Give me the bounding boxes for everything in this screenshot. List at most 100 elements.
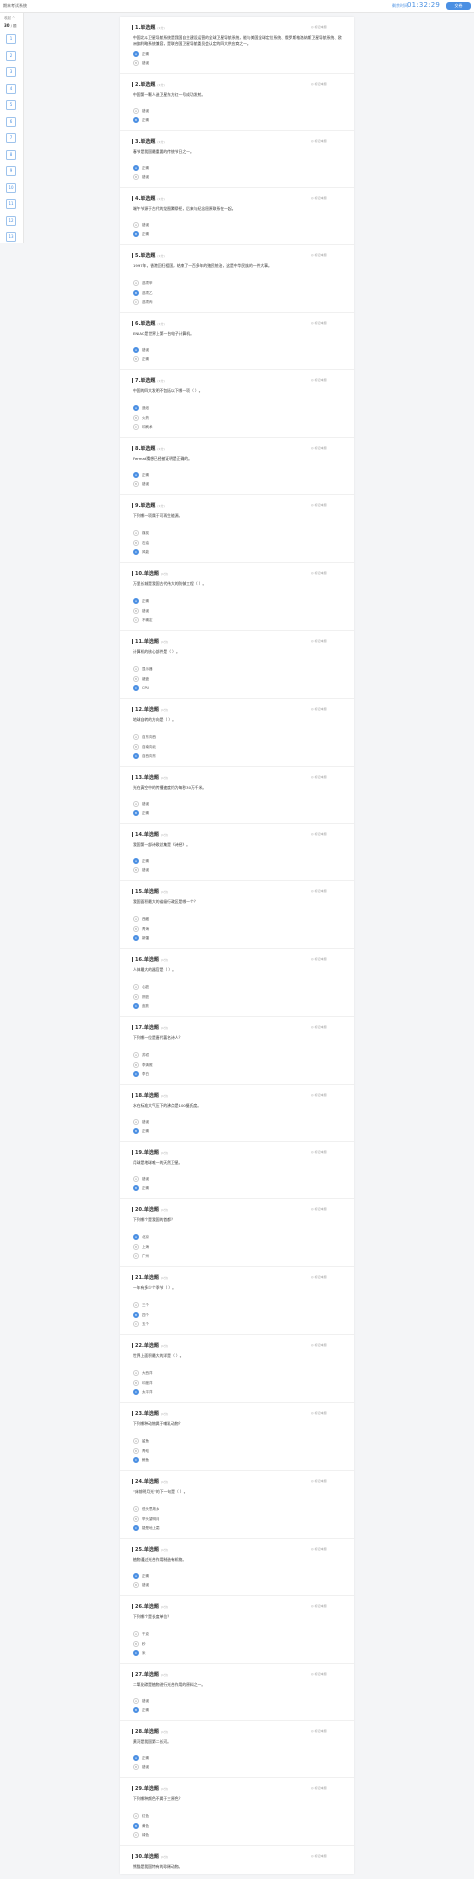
option-radio[interactable]: B: [133, 1582, 139, 1588]
option-radio[interactable]: B: [133, 1185, 139, 1191]
option-radio[interactable]: A: [133, 346, 139, 353]
answer-option[interactable]: C 鲸鱼: [133, 1457, 333, 1463]
answer-option[interactable]: C 五个: [133, 1321, 333, 1327]
option-radio[interactable]: B: [133, 810, 139, 816]
flag-question-button[interactable]: ◎ 标记本题: [311, 1150, 327, 1154]
option-radio[interactable]: B: [133, 1061, 139, 1068]
option-radio[interactable]: A: [133, 984, 139, 990]
answer-option[interactable]: A 正确: [133, 1572, 333, 1579]
option-radio[interactable]: A: [133, 405, 139, 411]
answer-option[interactable]: C 选项丙: [133, 299, 333, 305]
answer-option[interactable]: A 鲨鱼: [133, 1438, 333, 1444]
option-radio[interactable]: B: [133, 675, 139, 682]
answer-option[interactable]: B 正确: [133, 117, 333, 123]
answer-option[interactable]: C米: [133, 1650, 333, 1656]
answer-option[interactable]: A 错误: [133, 346, 333, 353]
option-radio[interactable]: C: [133, 549, 139, 555]
option-radio[interactable]: A: [133, 734, 139, 740]
answer-option[interactable]: A 选项甲: [133, 280, 333, 286]
flag-question-button[interactable]: ◎ 标记本题: [311, 139, 327, 143]
nav-question-10[interactable]: 10: [6, 182, 16, 193]
flag-question-button[interactable]: ◎ 标记本题: [311, 321, 327, 325]
answer-option[interactable]: A 正确: [133, 857, 333, 864]
nav-question-1[interactable]: 1: [6, 34, 16, 44]
option-radio[interactable]: B: [133, 1243, 139, 1250]
answer-option[interactable]: B秒: [133, 1640, 333, 1647]
option-radio[interactable]: B: [133, 743, 139, 750]
option-radio[interactable]: A: [133, 1572, 139, 1579]
option-radio[interactable]: B: [133, 1764, 139, 1770]
answer-option[interactable]: A 低头思故乡: [133, 1506, 333, 1512]
answer-option[interactable]: A 造纸: [133, 405, 333, 411]
answer-option[interactable]: C 广州: [133, 1253, 333, 1259]
answer-option[interactable]: C 皮肤: [133, 1003, 333, 1009]
option-radio[interactable]: B: [133, 414, 139, 421]
answer-option[interactable]: B 错误: [133, 481, 333, 487]
flag-question-button[interactable]: ◎ 标记本题: [311, 1729, 327, 1733]
flag-question-button[interactable]: ◎ 标记本题: [311, 1547, 327, 1551]
answer-option[interactable]: A 错误: [133, 221, 333, 228]
option-radio[interactable]: C: [133, 1253, 139, 1259]
answer-option[interactable]: B 选项乙: [133, 289, 333, 296]
option-radio[interactable]: B: [133, 925, 139, 932]
option-radio[interactable]: B: [133, 607, 139, 614]
flag-question-button[interactable]: ◎ 标记本题: [311, 1604, 327, 1608]
answer-option[interactable]: C 不确定: [133, 617, 333, 623]
answer-option[interactable]: B 正确: [133, 1707, 333, 1713]
answer-option[interactable]: A 自东向西: [133, 734, 333, 740]
answer-option[interactable]: A 错误: [133, 1118, 333, 1125]
flag-question-button[interactable]: ◎ 标记本题: [311, 1093, 327, 1097]
option-radio[interactable]: A: [133, 1697, 139, 1704]
nav-question-4[interactable]: 4: [6, 83, 16, 94]
option-radio[interactable]: C: [133, 424, 139, 430]
answer-option[interactable]: B 正确: [133, 356, 333, 362]
nav-question-6[interactable]: 6: [6, 116, 16, 127]
option-radio[interactable]: C: [133, 1003, 139, 1009]
option-radio[interactable]: B: [133, 289, 139, 296]
answer-option[interactable]: A 正确: [133, 1754, 333, 1761]
answer-option[interactable]: B 错误: [133, 867, 333, 873]
flag-question-button[interactable]: ◎ 标记本题: [311, 1207, 327, 1211]
answer-option[interactable]: B 键盘: [133, 675, 333, 682]
flag-question-button[interactable]: ◎ 标记本题: [311, 775, 327, 779]
answer-option[interactable]: B 错误: [133, 1764, 333, 1770]
option-radio[interactable]: A: [133, 1631, 139, 1637]
answer-option[interactable]: B 正确: [133, 231, 333, 237]
answer-option[interactable]: B 石油: [133, 539, 333, 546]
collapse-toggle[interactable]: 收起 ^: [4, 16, 15, 21]
nav-question-3[interactable]: 3: [6, 67, 16, 77]
option-radio[interactable]: A: [133, 800, 139, 807]
option-radio[interactable]: A: [133, 471, 139, 478]
option-radio[interactable]: C: [133, 1389, 139, 1395]
flag-question-button[interactable]: ◎ 标记本题: [311, 25, 327, 29]
option-radio[interactable]: B: [133, 1640, 139, 1647]
answer-option[interactable]: A 三个: [133, 1302, 333, 1308]
option-radio[interactable]: B: [133, 1128, 139, 1134]
answer-option[interactable]: B 四个: [133, 1311, 333, 1318]
option-radio[interactable]: C: [133, 1457, 139, 1463]
answer-option[interactable]: B 正确: [133, 1185, 333, 1191]
nav-question-2[interactable]: 2: [6, 50, 16, 61]
answer-option[interactable]: B 错误: [133, 1582, 333, 1588]
option-radio[interactable]: C: [133, 1650, 139, 1656]
answer-option[interactable]: C 绿色: [133, 1832, 333, 1838]
option-radio[interactable]: A: [133, 107, 139, 114]
answer-option[interactable]: B 举头望明月: [133, 1515, 333, 1522]
option-radio[interactable]: B: [133, 539, 139, 546]
answer-option[interactable]: A 心脏: [133, 984, 333, 990]
nav-question-11[interactable]: 11: [6, 199, 16, 209]
option-radio[interactable]: B: [133, 993, 139, 1000]
option-radio[interactable]: C: [133, 935, 139, 941]
answer-option[interactable]: B 正确: [133, 810, 333, 816]
flag-question-button[interactable]: ◎ 标记本题: [311, 889, 327, 893]
answer-option[interactable]: C 太平洋: [133, 1389, 333, 1395]
flag-question-button[interactable]: ◎ 标记本题: [311, 707, 327, 711]
option-radio[interactable]: A: [133, 530, 139, 536]
answer-option[interactable]: A 错误: [133, 107, 333, 114]
answer-option[interactable]: B 正确: [133, 1128, 333, 1134]
option-radio[interactable]: C: [133, 1321, 139, 1327]
option-radio[interactable]: A: [133, 916, 139, 922]
answer-option[interactable]: C CPU: [133, 685, 333, 691]
option-radio[interactable]: B: [133, 1515, 139, 1522]
option-radio[interactable]: A: [133, 1175, 139, 1182]
